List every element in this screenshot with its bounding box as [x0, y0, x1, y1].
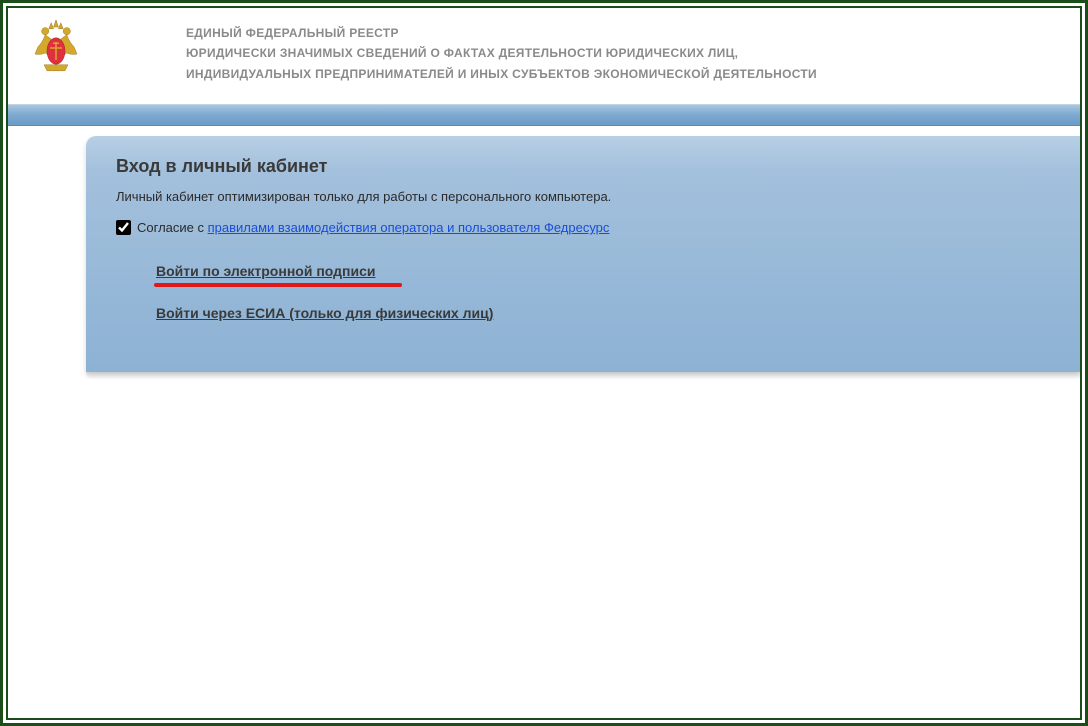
login-options: Войти по электронной подписи Войти через…: [116, 263, 1050, 329]
consent-prefix: Согласие с: [137, 220, 208, 235]
login-e-signature-link[interactable]: Войти по электронной подписи: [156, 263, 376, 279]
header: ЕДИНЫЙ ФЕДЕРАЛЬНЫЙ РЕЕСТР ЮРИДИЧЕСКИ ЗНА…: [8, 8, 1080, 104]
consent-link[interactable]: правилами взаимодействия оператора и пол…: [208, 220, 610, 235]
consent-checkbox[interactable]: [116, 220, 131, 235]
consent-row: Согласие с правилами взаимодействия опер…: [116, 220, 1050, 235]
login-panel: Вход в личный кабинет Личный кабинет опт…: [86, 136, 1080, 372]
content-wrapper: Вход в личный кабинет Личный кабинет опт…: [8, 136, 1080, 372]
panel-title: Вход в личный кабинет: [116, 156, 1050, 177]
outer-frame: ЕДИНЫЙ ФЕДЕРАЛЬНЫЙ РЕЕСТР ЮРИДИЧЕСКИ ЗНА…: [0, 0, 1088, 726]
header-line1: ЕДИНЫЙ ФЕДЕРАЛЬНЫЙ РЕЕСТР: [186, 23, 817, 43]
login-option-wrap-1: Войти по электронной подписи: [156, 263, 1050, 287]
highlight-underline: [154, 283, 402, 287]
header-line3: ИНДИВИДУАЛЬНЫХ ПРЕДПРИНИМАТЕЛЕЙ И ИНЫХ С…: [186, 64, 817, 84]
emblem-icon: [26, 18, 86, 78]
header-line2: ЮРИДИЧЕСКИ ЗНАЧИМЫХ СВЕДЕНИЙ О ФАКТАХ ДЕ…: [186, 43, 817, 63]
inner-frame: ЕДИНЫЙ ФЕДЕРАЛЬНЫЙ РЕЕСТР ЮРИДИЧЕСКИ ЗНА…: [6, 6, 1082, 720]
consent-text: Согласие с правилами взаимодействия опер…: [137, 220, 609, 235]
nav-band: [8, 104, 1080, 126]
header-text: ЕДИНЫЙ ФЕДЕРАЛЬНЫЙ РЕЕСТР ЮРИДИЧЕСКИ ЗНА…: [186, 18, 817, 84]
panel-subtitle: Личный кабинет оптимизирован только для …: [116, 189, 1050, 204]
login-option-wrap-2: Войти через ЕСИА (только для физических …: [156, 305, 1050, 329]
login-esia-link[interactable]: Войти через ЕСИА (только для физических …: [156, 305, 493, 321]
